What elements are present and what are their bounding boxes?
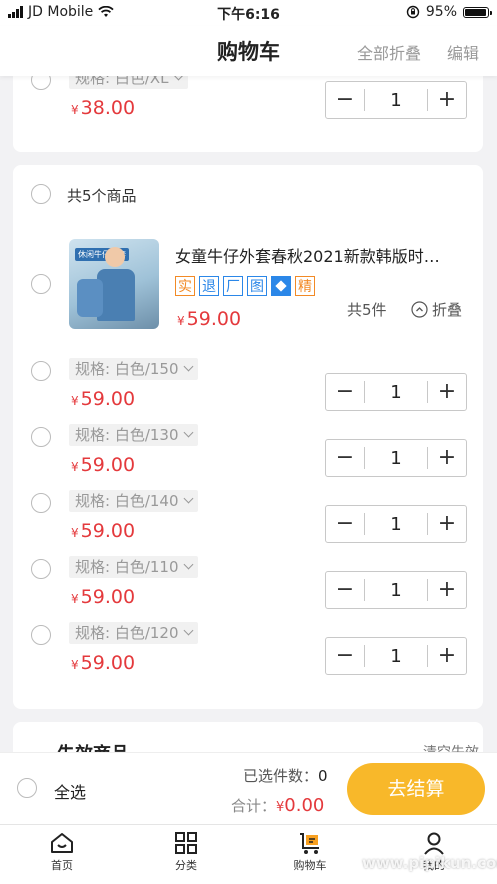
- variant-checkbox[interactable]: [31, 625, 51, 645]
- tag-premium-icon: 精: [295, 276, 315, 296]
- chevron-down-icon: [183, 493, 193, 504]
- chevron-down-icon: [183, 559, 193, 570]
- decrease-button[interactable]: −: [326, 638, 364, 674]
- variant-checkbox[interactable]: [31, 427, 51, 447]
- spec-selector[interactable]: 规格: 白色/150: [69, 358, 198, 380]
- product-tags: 实 退 厂 图 精: [175, 276, 319, 296]
- decrease-button[interactable]: −: [326, 82, 364, 118]
- tag-return-icon: 退: [199, 276, 219, 296]
- total-row: 合计：¥0.00: [231, 795, 324, 816]
- person-icon: [424, 832, 444, 855]
- select-all-checkbox[interactable]: [17, 778, 37, 798]
- tab-cart[interactable]: 购物车: [275, 831, 345, 873]
- variant-checkbox[interactable]: [31, 559, 51, 579]
- tab-category[interactable]: 分类: [151, 831, 221, 873]
- selected-count-label: 已选件数：: [243, 767, 319, 785]
- total-value: 0.00: [284, 795, 325, 816]
- quantity-stepper[interactable]: − 1 +: [325, 81, 467, 119]
- watermark: www.pipikun.com: [362, 854, 497, 872]
- tag-diamond-icon: [271, 276, 291, 296]
- quantity-value[interactable]: 1: [365, 448, 427, 469]
- select-all-label[interactable]: 全选: [54, 779, 86, 803]
- decrease-button[interactable]: −: [326, 374, 364, 410]
- decrease-button[interactable]: −: [326, 506, 364, 542]
- tag-image-icon: 图: [247, 276, 267, 296]
- quantity-stepper[interactable]: −1 +: [325, 505, 467, 543]
- tab-home[interactable]: 首页: [27, 831, 97, 873]
- quantity-value[interactable]: 1: [365, 646, 427, 667]
- total-label: 合计：: [231, 797, 277, 815]
- chevron-down-icon: [183, 427, 193, 438]
- grid-icon: [175, 832, 197, 854]
- quantity-value[interactable]: 1: [365, 382, 427, 403]
- checkout-button[interactable]: 去结算: [347, 763, 485, 815]
- product-count: 共5件: [347, 301, 387, 319]
- increase-button[interactable]: +: [428, 506, 466, 542]
- variant-checkbox[interactable]: [31, 493, 51, 513]
- collapse-icon: [411, 301, 428, 318]
- increase-button[interactable]: +: [428, 374, 466, 410]
- quantity-stepper[interactable]: −1 +: [325, 439, 467, 477]
- spec-selector[interactable]: 规格: 白色/120: [69, 622, 198, 644]
- tag-factory-icon: 厂: [223, 276, 243, 296]
- quantity-value[interactable]: 1: [365, 514, 427, 535]
- product-image[interactable]: 休闲牛仔外套: [69, 239, 159, 329]
- decrease-button[interactable]: −: [326, 440, 364, 476]
- product-checkbox[interactable]: [31, 274, 51, 294]
- quantity-stepper[interactable]: −1 +: [325, 571, 467, 609]
- item-price: ¥38.00: [71, 97, 136, 119]
- quantity-value[interactable]: 1: [365, 90, 427, 111]
- quantity-stepper[interactable]: −1 +: [325, 637, 467, 675]
- tab-cart-label: 购物车: [293, 859, 327, 872]
- increase-button[interactable]: +: [428, 572, 466, 608]
- product-title[interactable]: 女童牛仔外套春秋2021新款韩版时…: [175, 243, 440, 267]
- increase-button[interactable]: +: [428, 440, 466, 476]
- product-group-card: 共5个商品 休闲牛仔外套 女童牛仔外套春秋2021新款韩版时… 实 退 厂 图 …: [13, 165, 483, 709]
- variant-price: ¥59.00: [71, 520, 136, 542]
- decrease-button[interactable]: −: [326, 572, 364, 608]
- cart-icon: [300, 833, 319, 854]
- quantity-stepper[interactable]: −1 +: [325, 373, 467, 411]
- battery-percent: 95%: [425, 4, 457, 20]
- group-total-label: 共5个商品: [67, 187, 137, 205]
- chevron-down-icon: [183, 361, 193, 372]
- page-title: 购物车: [217, 40, 280, 64]
- variant-price: ¥59.00: [71, 454, 136, 476]
- tab-home-label: 首页: [51, 859, 73, 872]
- variant-checkbox[interactable]: [31, 361, 51, 381]
- spec-selector[interactable]: 规格: 白色/130: [69, 424, 198, 446]
- group-checkbox[interactable]: [31, 184, 51, 204]
- checkout-bar: 全选 已选件数：0 合计：¥0.00 去结算: [0, 752, 497, 825]
- variant-price: ¥59.00: [71, 652, 136, 674]
- selected-count-row: 已选件数：0: [243, 765, 328, 786]
- nav-bar: 购物车 全部折叠 编辑: [0, 26, 497, 76]
- spec-selector[interactable]: 规格: 白色/110: [69, 556, 198, 578]
- edit-button[interactable]: 编辑: [447, 40, 479, 64]
- orientation-lock-icon: [406, 5, 420, 19]
- product-price: ¥59.00: [177, 308, 242, 330]
- variant-price: ¥59.00: [71, 388, 136, 410]
- collapse-label: 折叠: [432, 301, 463, 319]
- spec-selector[interactable]: 规格: 白色/140: [69, 490, 198, 512]
- tag-real-icon: 实: [175, 276, 195, 296]
- variant-price: ¥59.00: [71, 586, 136, 608]
- tab-category-label: 分类: [175, 859, 197, 872]
- battery-icon: [463, 6, 492, 18]
- increase-button[interactable]: +: [428, 82, 466, 118]
- chevron-down-icon: [183, 625, 193, 636]
- status-bar: JD Mobile 下午6:16 95%: [0, 0, 497, 26]
- home-icon: [51, 833, 73, 853]
- fold-all-button[interactable]: 全部折叠: [357, 40, 421, 64]
- quantity-value[interactable]: 1: [365, 580, 427, 601]
- collapse-button[interactable]: 折叠: [411, 299, 462, 320]
- increase-button[interactable]: +: [428, 638, 466, 674]
- selected-count-value: 0: [318, 767, 328, 785]
